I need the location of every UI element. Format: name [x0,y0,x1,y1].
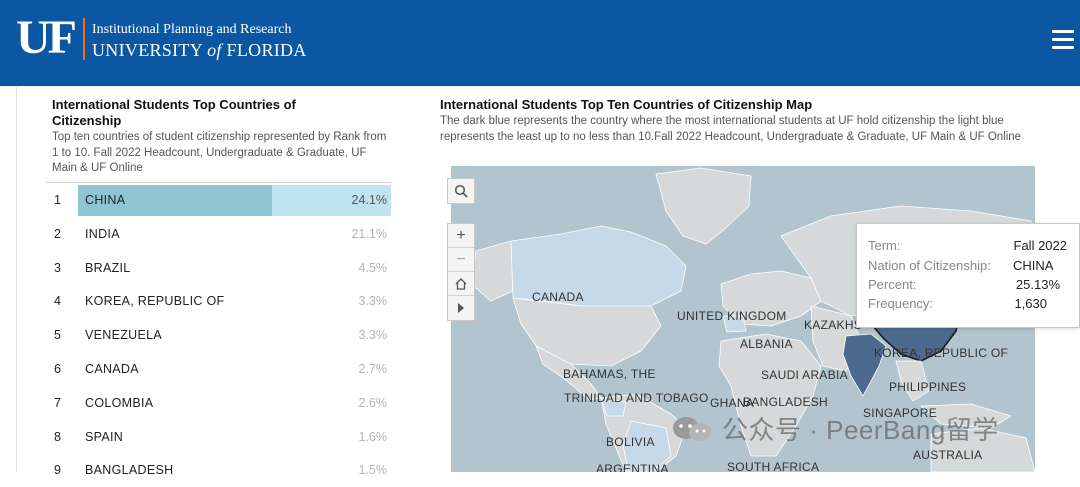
university-name: UNIVERSITY of FLORIDA [92,40,307,60]
tooltip-term-value: Fall 2022 [1013,238,1067,253]
tooltip-frequency-value: 1,630 [1014,296,1047,311]
home-icon[interactable] [448,272,474,296]
tooltip-term-label: Term: [868,238,901,253]
map-label-south-africa: SOUTH AFRICA [727,460,820,472]
rank-number: 6 [54,361,61,376]
table-row[interactable]: 8 SPAIN 1.6% [46,420,391,454]
logo-divider [83,18,85,60]
country-name: BRAZIL [85,260,131,275]
greenland-shape [655,167,752,245]
rank-number: 3 [54,260,61,275]
hamburger-menu-icon[interactable] [1052,30,1076,50]
table-row[interactable]: 6 CANADA 2.7% [46,352,391,386]
map-zoom-controls: + − [447,223,475,321]
table-row[interactable]: 3 BRAZIL 4.5% [46,251,391,285]
tooltip-nation-label: Nation of Citizenship: [868,258,991,273]
map-label-korea: KOREA, REPUBLIC OF [874,346,1009,360]
rank-number: 5 [54,328,61,343]
country-name: KOREA, REPUBLIC OF [85,294,225,309]
wechat-icon [673,417,711,441]
country-name: CHINA [85,193,126,207]
map-label-australia: AUSTRALIA [913,448,983,462]
rank-number: 1 [54,193,61,207]
map-label-bangladesh: BANGLADESH [743,395,829,409]
country-percent: 2.6% [358,395,388,410]
india-shape [842,333,887,397]
department-name: Institutional Planning and Research [92,22,292,37]
country-percent: 1.5% [358,463,388,478]
rank-number: 9 [54,463,61,478]
rank-number: 8 [54,429,61,444]
zoom-in-icon[interactable]: + [448,224,474,248]
country-name: VENEZUELA [85,328,163,343]
rank-number: 2 [54,226,61,241]
country-name: CANADA [85,361,139,376]
usa-shape [512,297,662,367]
search-icon[interactable] [448,179,474,203]
country-name: COLOMBIA [85,395,154,410]
rank-panel-subtitle: Top ten countries of student citizenship… [52,131,387,174]
table-row[interactable]: 1 CHINA 24.1% [46,183,391,217]
rank-panel-title: International Students Top Countries of … [52,97,296,128]
table-row[interactable]: 2 INDIA 21.1% [46,217,391,251]
map-label-bolivia: BOLIVIA [606,435,655,449]
map-label-united-kingdom: UNITED KINGDOM [677,309,787,323]
country-percent: 3.3% [358,294,388,309]
tooltip-nation-value: CHINA [1013,258,1054,273]
map-label-albania: ALBANIA [740,337,793,351]
map-label-saudi-arabia: SAUDI ARABIA [761,368,848,382]
watermark-text: 公众号 · PeerBang留学 [722,415,999,445]
map-tooltip: Term: Fall 2022 Nation of Citizenship: C… [856,223,1080,328]
country-percent: 3.3% [358,328,388,343]
tooltip-percent-label: Percent: [868,277,917,292]
country-name: SPAIN [85,429,124,444]
map-label-canada: CANADA [532,290,584,304]
tooltip-percent-value: 25.13% [1015,277,1060,292]
map-label-trinidad-tobago: TRINIDAD AND TOBAGO [564,391,709,405]
country-percent: 24.1% [351,193,387,207]
site-header: UF Institutional Planning and Research U… [0,0,1080,86]
map-search-control[interactable] [447,178,475,204]
table-row[interactable]: 4 KOREA, REPUBLIC OF 3.3% [46,284,391,318]
tooltip-frequency-label: Frequency: [868,296,934,311]
country-percent: 2.7% [358,361,388,376]
table-row[interactable]: 5 VENEZUELA 3.3% [46,318,391,352]
map-label-philippines: PHILIPPINES [889,380,967,394]
country-percent: 21.1% [351,226,387,241]
rank-number: 4 [54,294,61,309]
country-name: BANGLADESH [85,463,174,478]
map-label-bahamas: BAHAMAS, THE [563,367,656,381]
country-percent: 1.6% [358,429,388,444]
table-row[interactable]: 7 COLOMBIA 2.6% [46,386,391,420]
rank-number: 7 [54,395,61,410]
map-label-argentina: ARGENTINA [596,462,669,472]
map-panel-subtitle: The dark blue represents the country whe… [440,115,1022,143]
map-label-kazakhstan: KAZAKHS [804,318,863,332]
uf-logo[interactable]: UF [16,12,77,64]
country-percent: 4.5% [358,260,388,275]
table-row[interactable]: 9 BANGLADESH 1.5% [46,453,391,487]
map-panel-title: International Students Top Ten Countries… [440,97,813,112]
play-icon[interactable] [448,296,474,320]
zoom-out-icon[interactable]: − [448,248,474,272]
country-name: INDIA [85,226,120,241]
rank-table: 1 CHINA 24.1% 2 INDIA 21.1% 3 BRAZIL 4.5% 4 KOREA,… [46,182,391,487]
alaska-shape [470,240,514,302]
